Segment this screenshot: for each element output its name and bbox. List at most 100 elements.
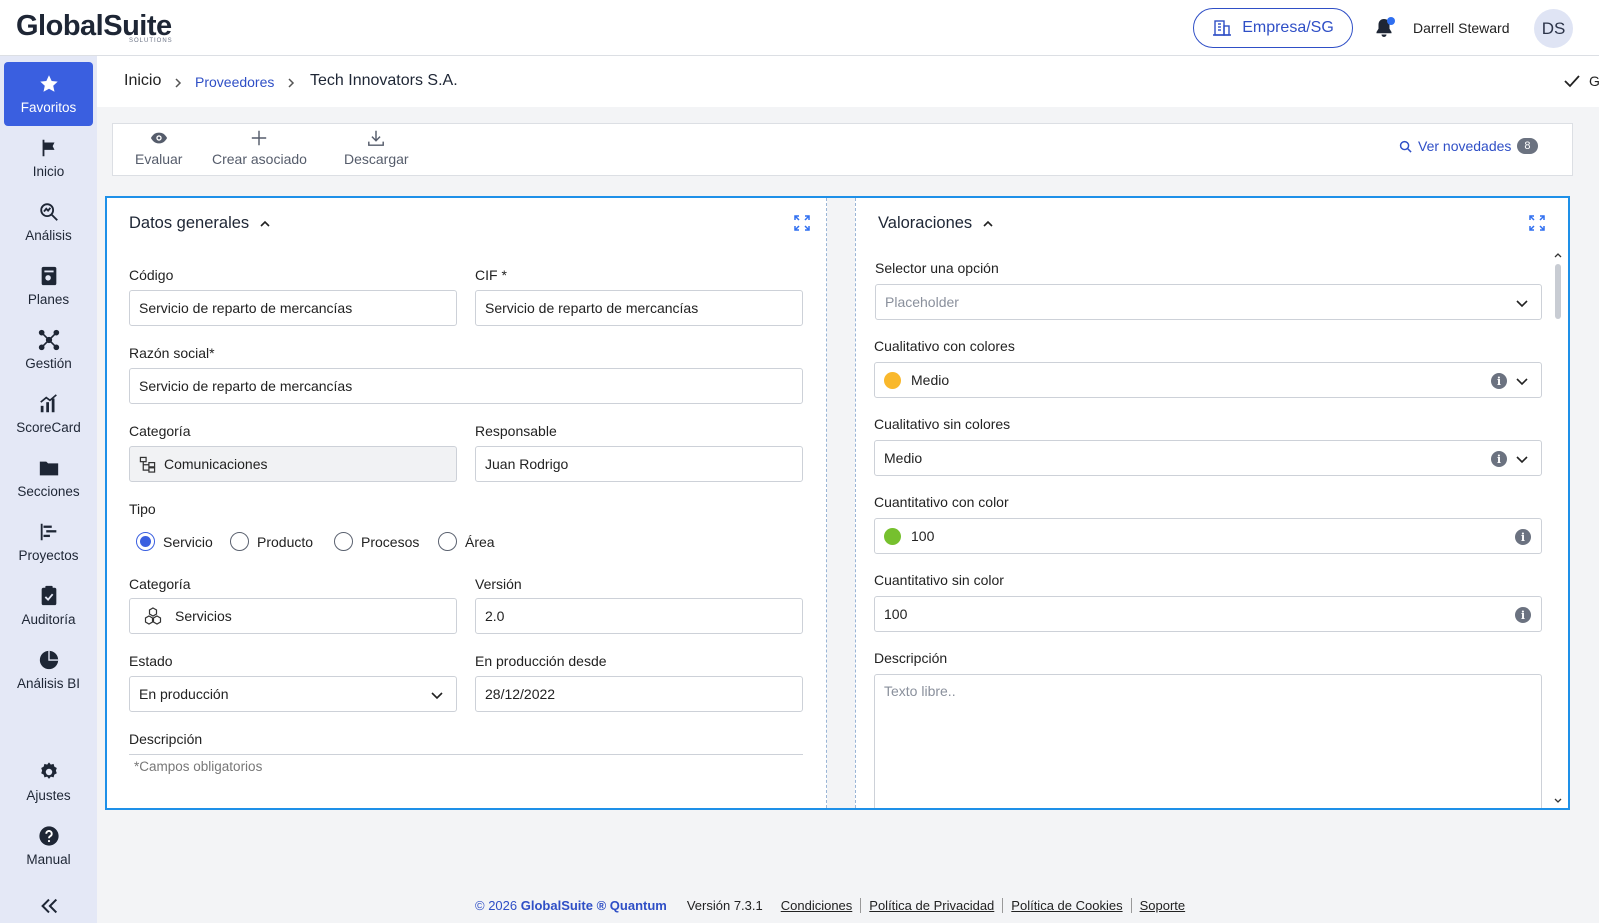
tipo-radio-procesos[interactable]: Procesos — [334, 532, 419, 551]
radio-label: Servicio — [163, 533, 213, 550]
info-icon[interactable]: i — [1515, 607, 1531, 623]
breadcrumb-current: Tech Innovators S.A. — [310, 72, 458, 89]
check-icon — [1564, 75, 1580, 88]
qualitative-color-select[interactable]: Medio i — [874, 362, 1542, 398]
company-selector-button[interactable]: Empresa/SG — [1193, 8, 1353, 48]
expand-icon[interactable] — [793, 214, 811, 232]
company-label: Empresa/SG — [1242, 19, 1334, 36]
star-icon — [39, 75, 58, 92]
collapse-sidebar-button[interactable] — [4, 886, 93, 923]
sidebar-item-auditoria[interactable]: Auditoría — [4, 574, 93, 638]
chevron-down-icon — [1516, 456, 1528, 464]
categoria2-input[interactable]: Servicios — [129, 598, 457, 634]
tipo-radio-servicio[interactable]: Servicio — [136, 532, 213, 551]
info-icon[interactable]: i — [1491, 373, 1507, 389]
categoria2-value: Servicios — [175, 608, 232, 624]
info-icon[interactable]: i — [1515, 529, 1531, 545]
categoria-value: Comunicaciones — [164, 456, 268, 472]
sidebar-item-ajustes[interactable]: Ajustes — [4, 750, 93, 814]
sidebar-item-label: Análisis — [25, 228, 72, 243]
sidebar-item-favoritos[interactable]: Favoritos — [4, 62, 93, 126]
sidebar-item-label: Análisis BI — [16, 676, 81, 691]
view-news-button[interactable]: Ver novedades 8 — [1399, 138, 1538, 154]
level-color-dot — [884, 527, 901, 545]
search-icon — [1399, 140, 1412, 153]
sidebar-item-analisis-bi[interactable]: Análisis BI — [4, 638, 93, 702]
sidebar-item-label: ScoreCard — [16, 420, 81, 435]
panel-splitter[interactable] — [827, 198, 855, 808]
quantitative-color-input[interactable]: 100 i — [874, 518, 1542, 554]
categoria-field: Comunicaciones — [129, 446, 457, 482]
sidebar-item-gestion[interactable]: Gestión — [4, 318, 93, 382]
evaluate-button[interactable]: Evaluar — [135, 129, 182, 167]
user-name[interactable]: Darrell Steward — [1413, 20, 1509, 36]
user-avatar[interactable]: DS — [1534, 9, 1573, 48]
qualitative-select[interactable]: Medio i — [874, 440, 1542, 476]
footer-link-support[interactable]: Soporte — [1130, 898, 1194, 913]
expand-icon[interactable] — [1528, 214, 1546, 232]
info-icon[interactable]: i — [1491, 451, 1507, 467]
sidebar-item-manual[interactable]: Manual — [4, 814, 93, 878]
sidebar-item-secciones[interactable]: Secciones — [4, 446, 93, 510]
radio-button-selected[interactable] — [136, 532, 155, 551]
pie-icon — [39, 650, 58, 670]
cif-input[interactable]: Servicio de reparto de mercancías — [475, 290, 803, 326]
sidebar-item-scorecard[interactable]: ScoreCard — [4, 382, 93, 446]
desde-date-input[interactable]: 28/12/2022 — [475, 676, 803, 712]
copyright-year: © 2026 — [475, 898, 518, 913]
sidebar-item-label: Gestión — [25, 356, 72, 371]
tipo-radio-producto[interactable]: Producto — [230, 532, 313, 551]
codigo-input[interactable]: Servicio de reparto de mercancías — [129, 290, 457, 326]
descripcion-divider — [129, 754, 803, 755]
analysis-icon — [39, 203, 58, 221]
cubes-icon — [144, 607, 162, 625]
sidebar-item-label: Proyectos — [18, 548, 79, 563]
create-associated-button[interactable]: Crear asociado — [212, 129, 307, 167]
download-button[interactable]: Descargar — [344, 129, 409, 167]
footer-link-cookies[interactable]: Política de Cookies — [1002, 898, 1130, 913]
qualitative-color-label: Cualitativo con colores — [874, 338, 1015, 354]
folder-icon — [39, 461, 58, 476]
sidebar-item-label: Manual — [26, 852, 71, 867]
content-panels: Datos generales Código Servicio de repar… — [105, 196, 1570, 810]
scroll-up-icon[interactable] — [1553, 250, 1563, 260]
general-data-header[interactable]: Datos generales — [129, 214, 271, 233]
estado-label: Estado — [129, 653, 173, 669]
sidebar-item-planes[interactable]: Planes — [4, 254, 93, 318]
scrollbar-thumb[interactable] — [1555, 264, 1561, 319]
sidebar-item-proyectos[interactable]: Proyectos — [4, 510, 93, 574]
sidebar-item-label: Secciones — [17, 484, 80, 499]
footer-link-privacy[interactable]: Política de Privacidad — [860, 898, 1002, 913]
razon-social-input[interactable]: Servicio de reparto de mercancías — [129, 368, 803, 404]
radio-label: Producto — [257, 533, 314, 550]
ratings-description-textarea[interactable]: Texto libre.. — [874, 674, 1542, 808]
chevron-right-icon — [175, 78, 182, 88]
chevron-up-icon — [983, 220, 993, 227]
tipo-radio-area[interactable]: Área — [438, 532, 495, 551]
ratings-header[interactable]: Valoraciones — [878, 214, 994, 233]
sidebar-item-label: Inicio — [32, 164, 65, 179]
scroll-down-icon[interactable] — [1553, 796, 1563, 806]
version-input[interactable]: 2.0 — [475, 598, 803, 634]
sidebar-item-label: Ajustes — [26, 788, 71, 803]
download-icon — [368, 130, 385, 146]
radio-button[interactable] — [230, 532, 249, 551]
estado-select[interactable]: En producción — [129, 676, 457, 712]
descripcion-label: Descripción — [129, 731, 203, 747]
breadcrumb-proveedores[interactable]: Proveedores — [195, 74, 274, 90]
quantitative-input[interactable]: 100 i — [874, 596, 1542, 632]
app-logo-subtitle: SOLUTIONS — [129, 38, 173, 44]
responsable-input[interactable]: Juan Rodrigo — [475, 446, 803, 482]
chevron-right-icon — [288, 78, 295, 88]
sidebar-item-analisis[interactable]: Análisis — [4, 190, 93, 254]
breadcrumb-home[interactable]: Inicio — [124, 72, 161, 90]
radio-button[interactable] — [438, 532, 457, 551]
radio-button[interactable] — [334, 532, 353, 551]
selector-select[interactable]: Placeholder — [875, 284, 1542, 320]
clipboard-icon — [41, 585, 56, 606]
notifications-button[interactable] — [1372, 16, 1396, 40]
evaluate-label: Evaluar — [135, 151, 183, 167]
quantitative-value: 100 — [884, 606, 908, 622]
footer-link-conditions[interactable]: Condiciones — [773, 898, 861, 913]
sidebar-item-inicio[interactable]: Inicio — [4, 126, 93, 190]
